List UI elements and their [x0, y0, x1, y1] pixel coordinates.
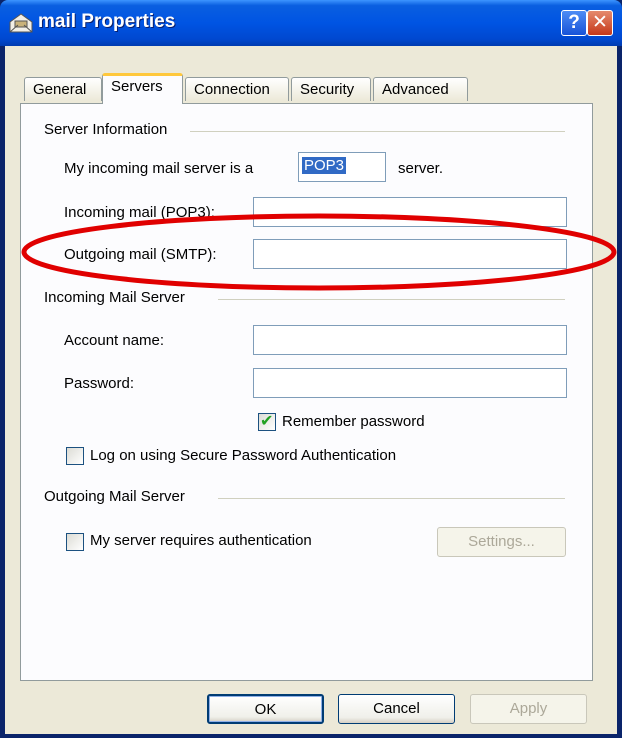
properties-window: mail Properties ? ✕ General Servers Conn… [0, 0, 622, 738]
spa-label: Log on using Secure Password Authenticat… [90, 447, 397, 464]
requires-auth-label: My server requires authentication [90, 532, 312, 549]
outgoing-mail-input[interactable] [253, 239, 567, 269]
tab-advanced-label: Advanced [382, 81, 449, 98]
account-name-label: Account name: [64, 332, 165, 349]
close-button[interactable]: ✕ [587, 10, 613, 36]
tab-security[interactable]: Security [291, 77, 371, 101]
incoming-mail-input[interactable] [253, 197, 567, 227]
incoming-server-group-title: Incoming Mail Server [44, 289, 189, 306]
mail-account-icon [9, 13, 33, 33]
help-button[interactable]: ? [561, 10, 587, 36]
tab-servers[interactable]: Servers [102, 73, 183, 104]
incoming-server-type-field: POP3 [298, 152, 386, 182]
title-bar[interactable]: mail Properties ? ✕ [0, 0, 622, 46]
incoming-type-suffix: server. [398, 160, 444, 177]
remember-password-checkbox[interactable] [258, 411, 276, 431]
tab-connection[interactable]: Connection [185, 77, 289, 101]
help-icon: ? [568, 12, 580, 33]
incoming-server-divider [218, 299, 565, 300]
settings-button[interactable]: Settings... [437, 527, 566, 557]
incoming-mail-label: Incoming mail (POP3): [64, 204, 215, 221]
password-label: Password: [64, 375, 135, 392]
incoming-type-prefix: My incoming mail server is a [64, 160, 254, 177]
tab-servers-label: Servers [111, 78, 163, 95]
requires-auth-checkbox[interactable] [66, 533, 84, 551]
remember-password-label: Remember password [282, 413, 425, 430]
password-input[interactable] [253, 368, 567, 398]
apply-button[interactable]: Apply [470, 694, 587, 724]
outgoing-server-group-title: Outgoing Mail Server [44, 488, 189, 505]
tab-security-label: Security [300, 81, 355, 98]
server-info-group-title: Server Information [44, 121, 172, 138]
incoming-server-type-value: POP3 [302, 157, 347, 174]
tab-connection-label: Connection [194, 81, 270, 98]
server-info-divider [190, 131, 565, 132]
outgoing-mail-label: Outgoing mail (SMTP): [64, 246, 217, 263]
tab-general-label: General [33, 81, 87, 98]
outgoing-server-divider [218, 498, 565, 499]
tab-general[interactable]: General [24, 77, 102, 101]
tab-advanced[interactable]: Advanced [373, 77, 468, 101]
close-icon: ✕ [592, 12, 608, 33]
account-name-input[interactable] [253, 325, 567, 355]
cancel-button[interactable]: Cancel [338, 694, 455, 724]
ok-button[interactable]: OK [207, 694, 324, 724]
window-title: mail Properties [38, 11, 176, 32]
spa-checkbox[interactable] [66, 447, 84, 465]
